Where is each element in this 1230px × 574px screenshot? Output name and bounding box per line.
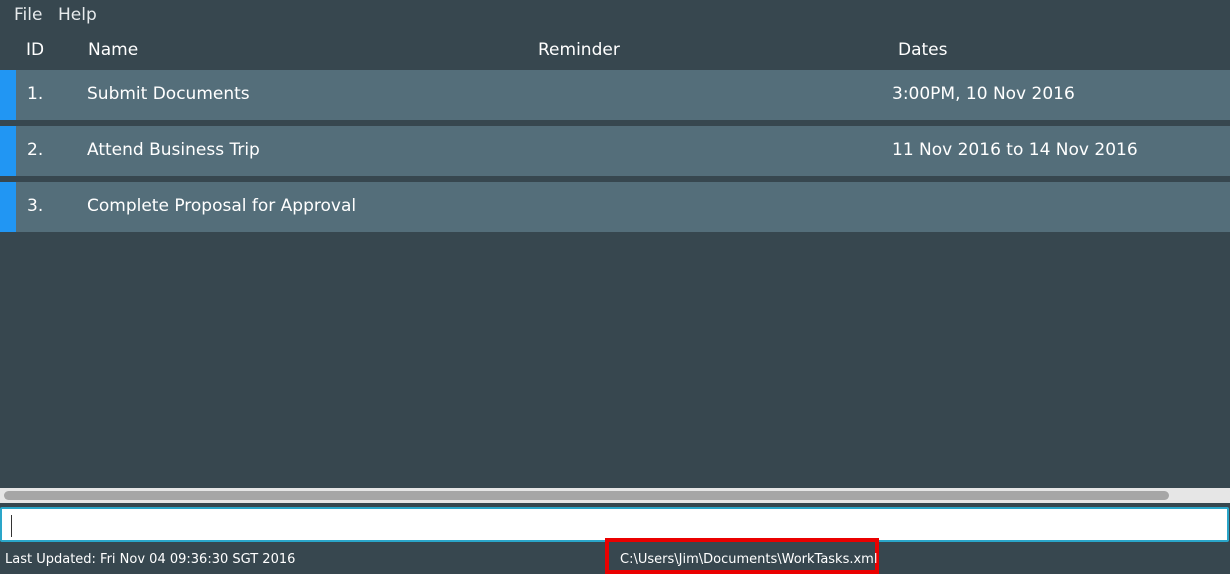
- task-row[interactable]: 2. Attend Business Trip 11 Nov 2016 to 1…: [0, 126, 1230, 176]
- column-header-id: ID: [26, 40, 45, 60]
- task-name: Complete Proposal for Approval: [87, 196, 357, 216]
- task-list-header: ID Name Reminder Dates: [0, 36, 1230, 66]
- task-row[interactable]: 1. Submit Documents 3:00PM, 10 Nov 2016: [0, 70, 1230, 120]
- task-dates: 11 Nov 2016 to 14 Nov 2016: [892, 140, 1138, 160]
- task-accent-bar: [0, 126, 16, 176]
- menu-help[interactable]: Help: [58, 5, 97, 25]
- menu-file[interactable]: File: [14, 5, 42, 25]
- horizontal-scrollbar[interactable]: [0, 488, 1230, 503]
- scrollbar-thumb[interactable]: [4, 491, 1169, 500]
- command-input[interactable]: [8, 513, 1222, 540]
- task-name: Attend Business Trip: [87, 140, 260, 160]
- task-id: 2.: [27, 140, 44, 160]
- task-row[interactable]: 3. Complete Proposal for Approval: [0, 182, 1230, 232]
- command-box[interactable]: [0, 507, 1229, 542]
- task-id: 1.: [27, 84, 44, 104]
- text-caret: [11, 515, 12, 537]
- column-header-reminder: Reminder: [538, 40, 620, 60]
- menu-bar: File Help: [0, 0, 1230, 32]
- status-bar: Last Updated: Fri Nov 04 09:36:30 SGT 20…: [0, 538, 1230, 574]
- task-accent-bar: [0, 182, 16, 232]
- file-path-status: C:\Users\Jim\Documents\WorkTasks.xml: [620, 552, 878, 567]
- task-accent-bar: [0, 70, 16, 120]
- task-name: Submit Documents: [87, 84, 250, 104]
- column-header-dates: Dates: [898, 40, 948, 60]
- last-updated-status: Last Updated: Fri Nov 04 09:36:30 SGT 20…: [5, 552, 296, 567]
- column-header-name: Name: [88, 40, 139, 60]
- task-dates: 3:00PM, 10 Nov 2016: [892, 84, 1075, 104]
- task-id: 3.: [27, 196, 44, 216]
- app-window: File Help ID Name Reminder Dates 1. Subm…: [0, 0, 1230, 574]
